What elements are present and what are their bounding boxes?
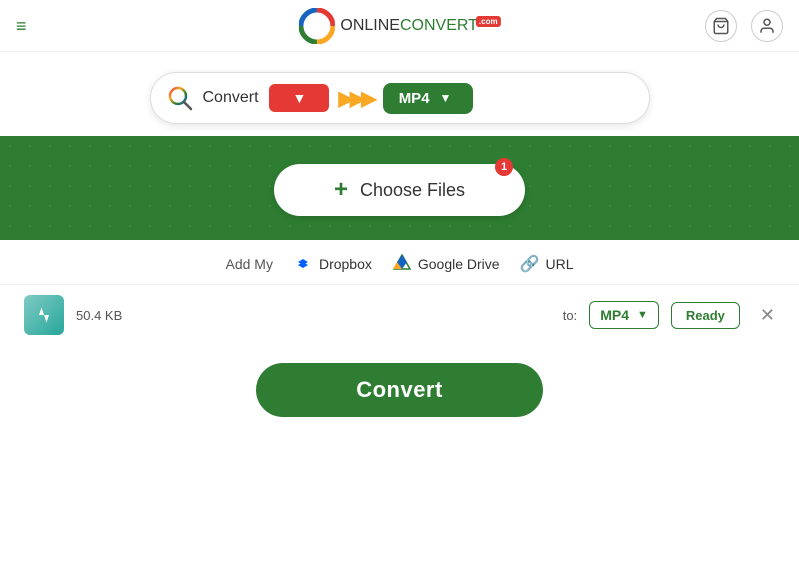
add-my-section: Add My Dropbox Google Drive 🔗 URL: [0, 240, 799, 284]
add-my-label: Add My: [225, 256, 272, 272]
arrows-icon: ▶▶▶: [339, 86, 373, 111]
target-format-dropdown[interactable]: MP4 ▼: [383, 83, 473, 114]
url-label: URL: [546, 256, 574, 272]
choose-files-label: Choose Files: [360, 180, 465, 201]
convert-label: Convert: [203, 89, 259, 107]
hamburger-icon[interactable]: ≡: [16, 17, 27, 35]
logo-com-badge: .com: [476, 16, 501, 27]
file-format-select[interactable]: MP4 ▼: [589, 301, 659, 329]
to-label: to:: [563, 308, 577, 323]
file-count-badge: 1: [495, 158, 513, 176]
logo-text: ONLINECONVERT.com: [340, 17, 500, 35]
close-file-button[interactable]: ✕: [760, 305, 775, 326]
google-drive-label: Google Drive: [418, 256, 500, 272]
convert-section: Convert: [0, 345, 799, 435]
header: ≡ ONLINECONVERT.com: [0, 0, 799, 52]
arrow-chevrons: ▶▶▶: [339, 86, 373, 111]
file-size: 50.4 KB: [76, 308, 551, 323]
dropbox-label: Dropbox: [319, 256, 372, 272]
logo-online: ONLINE: [340, 17, 400, 34]
header-left: ≡: [16, 17, 27, 35]
dropbox-button[interactable]: Dropbox: [293, 254, 372, 274]
user-icon[interactable]: [751, 10, 783, 42]
ready-badge: Ready: [671, 302, 740, 329]
source-format-dropdown[interactable]: ▼: [269, 84, 329, 112]
logo-circle-icon: [298, 8, 334, 44]
file-format-value: MP4: [600, 307, 629, 323]
logo-convert: CONVERT: [400, 17, 478, 34]
file-item-row: 50.4 KB to: MP4 ▼ Ready ✕: [0, 284, 799, 345]
search-bar-container: Convert ▼ ▶▶▶ MP4 ▼: [0, 52, 799, 136]
dropdown-chevron-green: ▼: [440, 91, 452, 105]
google-drive-icon: [392, 254, 412, 274]
plus-icon: +: [334, 176, 348, 204]
drop-zone-section: + Choose Files 1: [0, 136, 799, 240]
url-button[interactable]: 🔗 URL: [520, 254, 574, 274]
search-icon: [167, 85, 193, 111]
logo-container: ONLINECONVERT.com: [298, 8, 500, 44]
dropdown-chevron-red: ▼: [293, 90, 307, 106]
google-drive-button[interactable]: Google Drive: [392, 254, 500, 274]
url-icon: 🔗: [520, 254, 540, 274]
file-format-chevron: ▼: [637, 309, 648, 321]
convert-button[interactable]: Convert: [256, 363, 543, 417]
search-bar: Convert ▼ ▶▶▶ MP4 ▼: [150, 72, 650, 124]
dropbox-icon: [293, 254, 313, 274]
header-right: [705, 10, 783, 42]
target-format-value: MP4: [399, 90, 430, 107]
cart-icon[interactable]: [705, 10, 737, 42]
file-thumbnail: [24, 295, 64, 335]
choose-files-button[interactable]: + Choose Files 1: [274, 164, 525, 216]
